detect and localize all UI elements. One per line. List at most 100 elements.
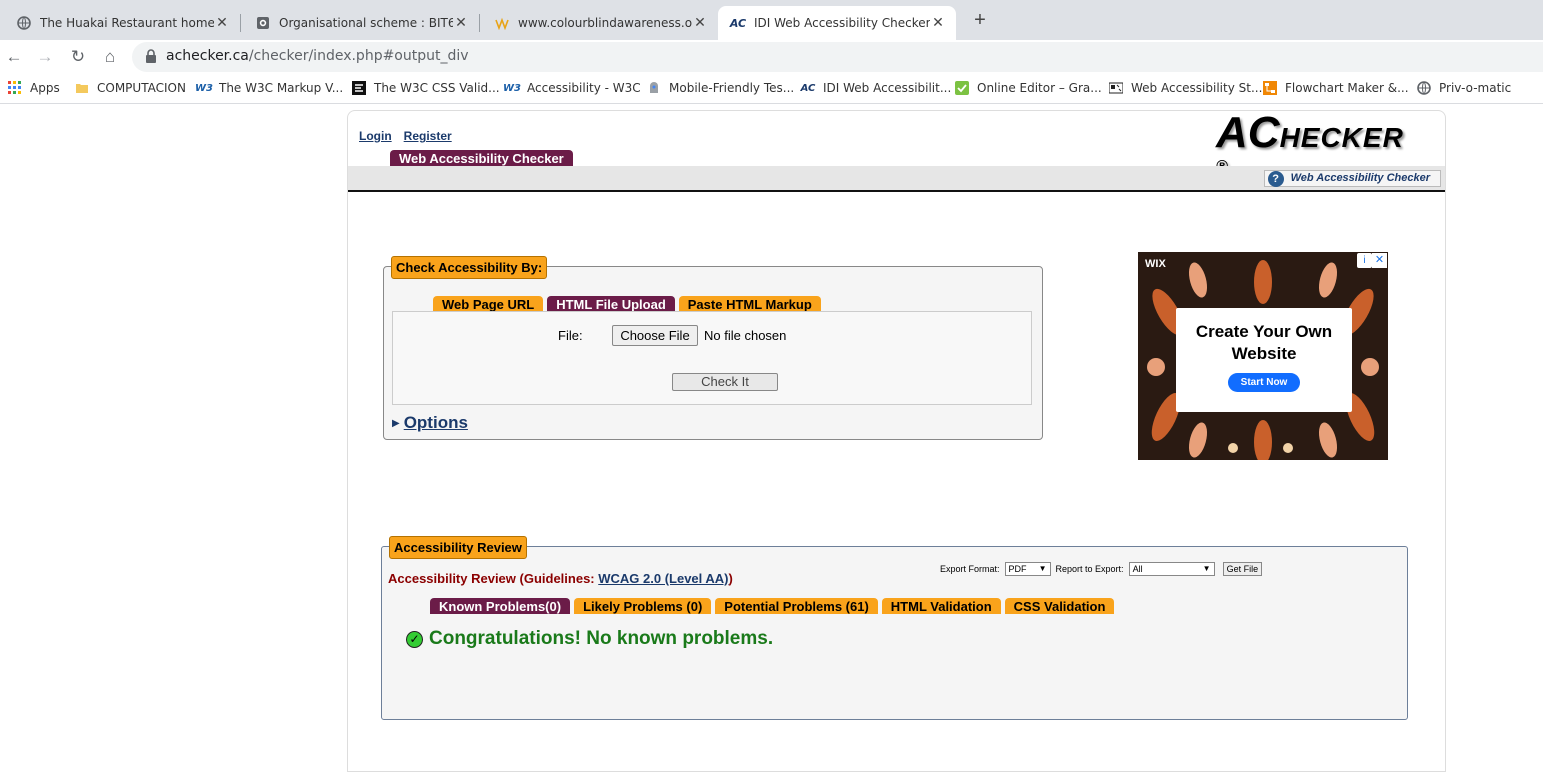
close-icon[interactable]: ✕ — [1372, 253, 1387, 268]
triangle-right-icon: ▶ — [392, 418, 400, 429]
ad-brand: WIX — [1145, 258, 1166, 270]
browser-tab-active[interactable]: AC IDI Web Accessibility Checker : W ✕ — [718, 6, 956, 40]
bookmark-item[interactable]: The W3C CSS Valid... — [351, 80, 500, 96]
close-icon[interactable]: ✕ — [214, 15, 230, 31]
choose-file-button[interactable]: Choose File — [612, 325, 698, 346]
help-icon: ? — [1267, 171, 1284, 187]
checkmark-icon: ✓ — [406, 630, 423, 648]
new-tab-icon[interactable]: + — [970, 9, 990, 32]
forward-arrow-icon[interactable]: → — [34, 46, 56, 68]
lock-icon[interactable] — [145, 49, 157, 63]
advertisement[interactable]: WIX i ✕ Create Your Own Website Start No… — [1138, 252, 1388, 460]
back-arrow-icon[interactable]: ← — [3, 46, 25, 68]
options-label: Options — [403, 413, 468, 432]
ad-headline: Create Your Own Website — [1195, 322, 1333, 363]
bookmark-label: Online Editor – Gra... — [977, 81, 1102, 95]
mobile-test-icon — [646, 80, 662, 96]
dropdown-arrow-icon: ▼ — [1038, 564, 1047, 573]
rainbow-icon — [494, 15, 510, 31]
grammar-check-icon — [954, 80, 970, 96]
globe-icon — [1416, 80, 1432, 96]
input-method-tabs: Web Page URL HTML File Upload Paste HTML… — [433, 296, 821, 312]
bookmark-label: Mobile-Friendly Tes... — [669, 81, 795, 95]
tab-css-validation[interactable]: CSS Validation — [1004, 598, 1115, 614]
review-legend: Accessibility Review — [389, 536, 527, 559]
tab-html-validation[interactable]: HTML Validation — [881, 598, 1001, 614]
ad-cta-button[interactable]: Start Now — [1227, 373, 1301, 392]
tab-divider — [240, 14, 241, 32]
bookmark-item[interactable]: AC IDI Web Accessibilit... — [800, 80, 952, 96]
login-link[interactable]: Login — [359, 129, 392, 143]
nz-flag-icon — [1108, 80, 1124, 96]
options-toggle[interactable]: ▶ Options — [392, 413, 468, 433]
home-icon[interactable]: ⌂ — [99, 46, 121, 68]
page-icon — [255, 15, 271, 31]
report-export-label: Report to Export: — [1055, 564, 1124, 574]
bookmarks-bar: Apps COMPUTACION W3 The W3C Markup V... … — [0, 74, 1543, 104]
ac-icon: AC — [729, 16, 747, 30]
review-heading: Accessibility Review (Guidelines: WCAG 2… — [388, 571, 733, 586]
check-it-button[interactable]: Check It — [672, 373, 778, 391]
reload-icon[interactable]: ↻ — [67, 46, 89, 68]
tab-title: IDI Web Accessibility Checker : W — [754, 16, 930, 30]
bookmark-item[interactable]: Online Editor – Gra... — [954, 80, 1102, 96]
guideline-link[interactable]: WCAG 2.0 (Level AA) — [598, 571, 728, 586]
url-text[interactable]: achecker.ca/checker/index.php#output_div — [166, 48, 469, 64]
ac-icon: AC — [800, 82, 816, 94]
dropdown-arrow-icon: ▼ — [1202, 564, 1211, 573]
bookmark-label: Web Accessibility St... — [1131, 81, 1263, 95]
congrats-text: Congratulations! No known problems. — [429, 628, 774, 649]
file-label: File: — [558, 328, 583, 343]
bookmark-label: Accessibility - W3C — [527, 81, 641, 95]
close-icon[interactable]: ✕ — [453, 15, 469, 31]
register-link[interactable]: Register — [404, 129, 452, 143]
bookmark-item[interactable]: W3 The W3C Markup V... — [195, 80, 343, 96]
browser-tab-bar: The Huakai Restaurant home pag ✕ Organis… — [0, 0, 1543, 40]
browser-tab[interactable]: The Huakai Restaurant home pag ✕ — [4, 6, 240, 40]
achecker-logo: ACHECKER ® — [1216, 108, 1404, 175]
tab-known-problems[interactable]: Known Problems(0) — [430, 598, 571, 614]
browser-tab[interactable]: Organisational scheme : BIT607 V ✕ — [243, 6, 479, 40]
export-format-label: Export Format: — [940, 564, 1000, 574]
bookmark-item[interactable]: W3 Accessibility - W3C — [503, 80, 641, 96]
main-nav-tab[interactable]: Web Accessibility Checker — [390, 150, 573, 166]
report-export-select[interactable]: All ▼ — [1128, 562, 1215, 576]
ad-card: Create Your Own Website Start Now — [1176, 308, 1352, 412]
close-icon[interactable]: ✕ — [930, 15, 946, 31]
bookmark-label: Apps — [30, 81, 60, 95]
bookmark-folder[interactable]: COMPUTACION — [74, 80, 186, 96]
bookmark-item[interactable]: Web Accessibility St... — [1108, 80, 1262, 96]
account-links: Login Register — [359, 129, 464, 143]
tab-html-file-upload[interactable]: HTML File Upload — [547, 296, 675, 312]
tab-potential-problems[interactable]: Potential Problems (61) — [715, 598, 878, 614]
bookmark-label: The W3C CSS Valid... — [374, 81, 500, 95]
file-status: No file chosen — [704, 328, 787, 343]
tab-paste-html-markup[interactable]: Paste HTML Markup — [678, 296, 821, 312]
bookmark-label: COMPUTACION — [97, 81, 186, 95]
tab-divider — [479, 14, 480, 32]
tab-likely-problems[interactable]: Likely Problems (0) — [574, 598, 712, 614]
congratulations-message: ✓ Congratulations! No known problems. — [406, 628, 773, 650]
browser-tab[interactable]: www.colourblindawareness.org/c ✕ — [482, 6, 718, 40]
bookmark-item[interactable]: Mobile-Friendly Tes... — [646, 80, 794, 96]
info-icon[interactable]: i — [1357, 253, 1372, 268]
tab-title: The Huakai Restaurant home pag — [40, 16, 214, 30]
tab-title: www.colourblindawareness.org/c — [518, 16, 692, 30]
sub-nav-label: Web Accessibility Checker — [1290, 172, 1430, 184]
url-path: /checker/index.php#output_div — [248, 48, 469, 64]
export-format-select[interactable]: PDF ▼ — [1004, 562, 1051, 576]
get-file-button[interactable]: Get File — [1222, 562, 1263, 576]
tab-web-page-url[interactable]: Web Page URL — [433, 296, 544, 312]
export-controls: Export Format: PDF ▼ Report to Export: Al… — [940, 562, 1263, 576]
review-tabs: Known Problems(0) Likely Problems (0) Po… — [430, 598, 1115, 614]
bookmark-item[interactable]: Flowchart Maker &... — [1262, 80, 1409, 96]
sub-nav-link[interactable]: ? Web Accessibility Checker — [1263, 170, 1441, 187]
check-legend: Check Accessibility By: — [391, 256, 548, 279]
w3c-icon: W3 — [503, 82, 521, 94]
w3c-icon: W3 — [195, 82, 213, 94]
bookmark-apps[interactable]: Apps — [7, 80, 60, 96]
bookmark-label: Flowchart Maker &... — [1285, 81, 1409, 95]
bookmark-label: IDI Web Accessibilit... — [823, 81, 952, 95]
close-icon[interactable]: ✕ — [692, 15, 708, 31]
bookmark-item[interactable]: Priv-o-matic — [1416, 80, 1511, 96]
